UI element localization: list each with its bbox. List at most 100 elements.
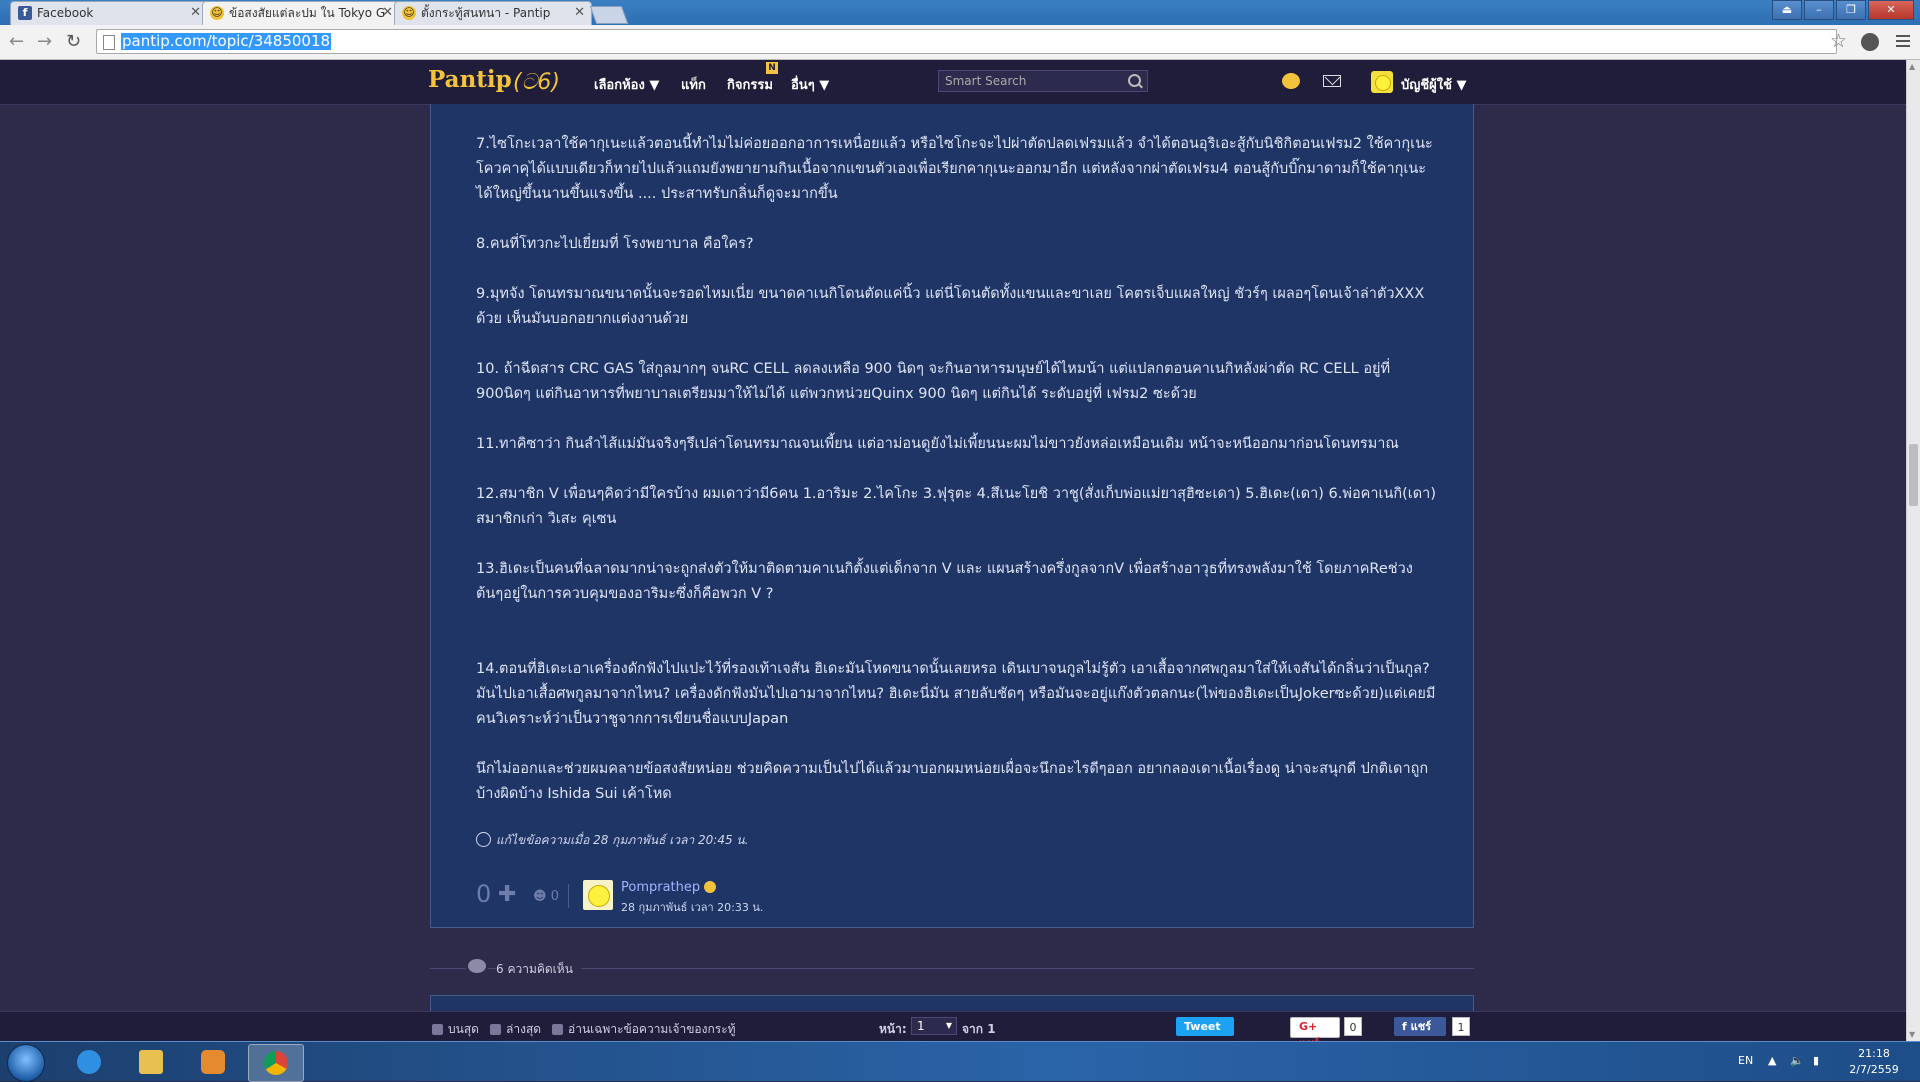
page-select[interactable]: 1 xyxy=(911,1017,957,1035)
tray-expand-icon[interactable]: ▲ xyxy=(1768,1054,1776,1067)
arrow-up-icon xyxy=(432,1024,443,1035)
tab-pantip-topic[interactable]: ☺ ข้อสงสัยแต่ละปม ใน Tokyo G ✕ xyxy=(202,1,400,25)
tab-title: Facebook xyxy=(37,6,94,20)
post-paragraph: 10. ถ้าฉีดสาร CRC GAS ใส่กูลมากๆ จนRC CE… xyxy=(476,361,1391,402)
nav-activities[interactable]: กิจกรรม xyxy=(727,74,773,95)
search-placeholder: Smart Search xyxy=(945,74,1027,88)
close-window-button[interactable]: ✕ xyxy=(1868,0,1914,20)
arrow-down-icon xyxy=(490,1024,501,1035)
comment-box xyxy=(430,995,1474,1011)
go-bottom-label[interactable]: ล่างสุด xyxy=(506,1022,541,1036)
owner-filter-icon xyxy=(552,1024,563,1035)
comments-header: 6 ความคิดเห็น xyxy=(430,954,1474,984)
window-controls: ⏏ – ❐ ✕ xyxy=(1772,0,1914,20)
site-navbar: Pantip (ට6) เลือกห้อง ▼ แท็ก กิจกรรม N อ… xyxy=(0,60,1906,105)
tweet-label[interactable]: Tweet xyxy=(1184,1020,1221,1033)
minimize-button[interactable]: – xyxy=(1804,0,1834,20)
address-bar[interactable]: pantip.com/topic/34850018 xyxy=(96,29,1837,54)
author-avatar[interactable] xyxy=(583,880,613,910)
folder-icon xyxy=(139,1050,163,1074)
input-language[interactable]: EN xyxy=(1738,1054,1753,1067)
reload-icon[interactable]: ↻ xyxy=(66,31,81,52)
post-paragraph: 12.สมาชิก V เพื่อนๆคิดว่ามีใครบ้าง ผมเดา… xyxy=(476,486,1436,527)
nav-more[interactable]: อื่นๆ ▼ xyxy=(791,74,829,95)
owner-only-label[interactable]: อ่านเฉพาะข้อความเจ้าของกระทู้ xyxy=(568,1022,736,1036)
author-name-text[interactable]: Pomprathep xyxy=(621,880,700,895)
taskbar-media[interactable] xyxy=(186,1044,240,1080)
vote-plus-button[interactable]: ✚ xyxy=(498,882,516,907)
scroll-down-icon[interactable]: ▼ xyxy=(1909,1030,1915,1039)
mail-icon[interactable] xyxy=(1323,75,1341,87)
bookmark-star-icon[interactable]: ☆ xyxy=(1830,30,1847,52)
page-scrollbar[interactable]: ▲ ▼ xyxy=(1906,60,1920,1041)
start-button[interactable] xyxy=(7,1044,45,1082)
divider xyxy=(430,968,1474,969)
browser-toolbar: ← → ↻ pantip.com/topic/34850018 ☆ xyxy=(0,25,1920,60)
topic-bottom-bar: บนสุด ล่างสุด อ่านเฉพาะข้อความเจ้าของกระ… xyxy=(0,1011,1906,1050)
browser-menu-icon[interactable] xyxy=(1896,32,1910,50)
vote-count: 0 xyxy=(476,880,492,908)
chat-icon[interactable] xyxy=(1282,73,1300,89)
pantip-icon: ☺ xyxy=(402,6,416,20)
smiley-icon xyxy=(704,881,717,893)
facebook-count: 1 xyxy=(1452,1017,1470,1036)
taskbar-chrome[interactable] xyxy=(248,1044,304,1082)
user-avatar[interactable] xyxy=(1371,71,1393,93)
media-player-icon xyxy=(201,1050,225,1074)
windows-taskbar: EN ▲ 🔈 ▮ 21:18 2/7/2559 xyxy=(0,1041,1920,1082)
edited-note-text: แก้ไขข้อความเมื่อ 28 กุมภาพันธ์ เวลา 20:… xyxy=(496,833,749,847)
taskbar-explorer[interactable] xyxy=(124,1044,178,1080)
post-paragraph: 9.มุทจัง โดนทรมาณขนาดนั้นจะรอดไหมเนี่ย ข… xyxy=(476,286,1425,327)
new-tab-button[interactable] xyxy=(589,6,629,24)
system-clock[interactable]: 21:18 2/7/2559 xyxy=(1844,1046,1904,1078)
pantip-logo[interactable]: Pantip xyxy=(428,66,512,93)
gplus-count: 0 xyxy=(1344,1017,1362,1036)
comments-icon xyxy=(466,957,488,977)
owner-only-button[interactable]: อ่านเฉพาะข้อความเจ้าของกระทู้ xyxy=(552,1020,736,1039)
scrollbar-thumb[interactable] xyxy=(1909,444,1918,506)
close-tab-icon[interactable]: ✕ xyxy=(574,2,585,24)
chrome-icon xyxy=(264,1051,288,1075)
forward-arrow-icon[interactable]: → xyxy=(37,31,52,52)
author-name[interactable]: Pomprathep xyxy=(621,880,717,895)
nav-tags[interactable]: แท็ก xyxy=(681,74,706,95)
taskbar-ie[interactable] xyxy=(62,1044,116,1080)
tab-facebook[interactable]: f Facebook ✕ xyxy=(10,1,208,25)
new-badge: N xyxy=(766,62,778,74)
network-icon[interactable]: ▮ xyxy=(1813,1054,1819,1067)
gplus-share-button[interactable]: G+ แชร์ xyxy=(1290,1017,1340,1050)
volume-icon[interactable]: 🔈 xyxy=(1790,1054,1804,1067)
tab-pantip-new-topic[interactable]: ☺ ตั้งกระทู้สนทนา - Pantip ✕ xyxy=(394,1,592,25)
post-paragraph: 13.ฮิเดะเป็นคนที่ฉลาดมากน่าจะถูกส่งตัวให… xyxy=(476,561,1413,602)
page-of-label: จาก 1 xyxy=(962,1022,996,1036)
close-tab-icon[interactable]: ✕ xyxy=(190,2,201,24)
facebook-share-label[interactable]: แชร์ xyxy=(1411,1020,1431,1033)
go-top-button[interactable]: บนสุด xyxy=(432,1020,479,1039)
smart-search-input[interactable]: Smart Search xyxy=(938,70,1148,92)
search-icon[interactable] xyxy=(1128,74,1141,87)
page-icon xyxy=(103,35,115,50)
comments-count: 6 ความคิดเห็น xyxy=(496,960,581,979)
tweet-button[interactable]: Tweet xyxy=(1176,1017,1234,1036)
extension-icon[interactable] xyxy=(1861,33,1879,51)
user-profile-icon[interactable]: ⏏ xyxy=(1772,0,1802,20)
back-arrow-icon[interactable]: ← xyxy=(9,31,24,52)
url-text[interactable]: pantip.com/topic/34850018 xyxy=(121,33,332,50)
close-tab-icon[interactable]: ✕ xyxy=(382,2,393,24)
scroll-up-icon[interactable]: ▲ xyxy=(1909,62,1915,71)
go-bottom-button[interactable]: ล่างสุด xyxy=(490,1020,541,1039)
edited-note: แก้ไขข้อความเมื่อ 28 กุมภาพันธ์ เวลา 20:… xyxy=(476,831,748,850)
account-menu[interactable]: บัญชีผู้ใช้ ▼ xyxy=(1401,74,1466,95)
tab-title: ข้อสงสัยแต่ละปม ใน Tokyo G xyxy=(229,6,386,20)
post-paragraph: นึกไม่ออกและช่วยผมคลายข้อสงสัยหน่อย ช่วย… xyxy=(476,761,1429,802)
pantip-icon: ☺ xyxy=(210,6,224,20)
go-top-label[interactable]: บนสุด xyxy=(448,1022,479,1036)
emotion-count[interactable]: ☻ 0 xyxy=(533,889,559,904)
nav-select-room[interactable]: เลือกห้อง ▼ xyxy=(594,74,659,95)
emotion-count-value: 0 xyxy=(550,889,559,904)
facebook-share-button[interactable]: f แชร์ xyxy=(1394,1017,1446,1036)
facebook-icon: f xyxy=(18,6,32,20)
maximize-button[interactable]: ❐ xyxy=(1836,0,1866,20)
page-label: หน้า: xyxy=(879,1022,907,1036)
post-paragraph: 8.คนที่โทวกะไปเยี่ยมที่ โรงพยาบาล คือใคร… xyxy=(476,236,754,252)
